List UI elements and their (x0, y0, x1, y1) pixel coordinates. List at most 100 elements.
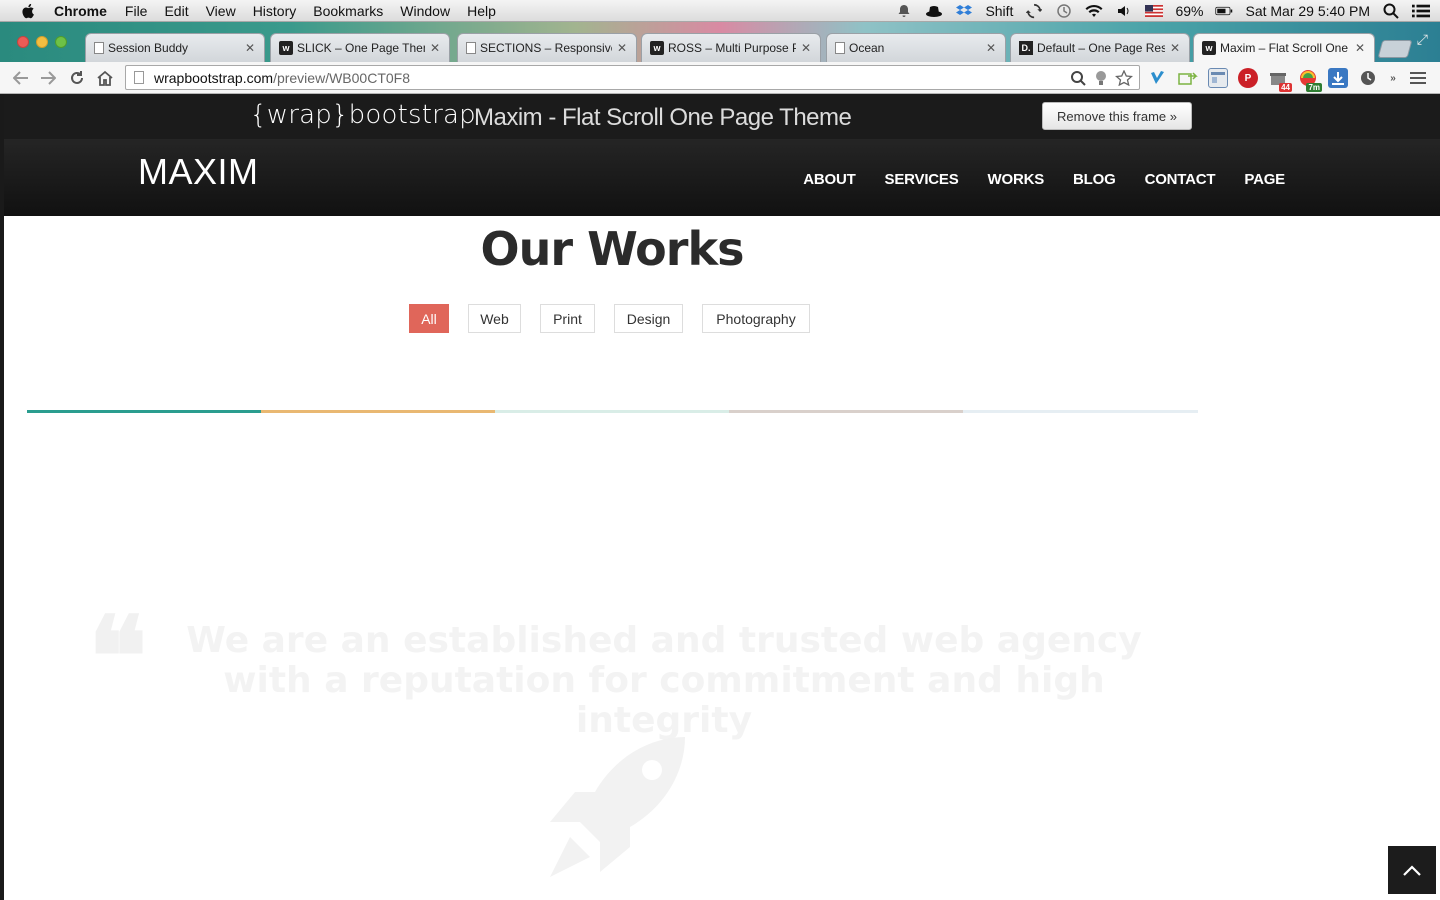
wifi-icon[interactable] (1085, 3, 1103, 19)
notification-bell-icon[interactable] (895, 3, 913, 19)
nav-works[interactable]: WORKS (988, 171, 1045, 188)
browser-toolbar: wrapbootstrap.com /preview/WB00CT0F8 P 4… (0, 62, 1440, 94)
tab-close-icon[interactable]: ✕ (244, 41, 256, 55)
rss-badge: 7m (1306, 83, 1322, 92)
menu-history[interactable]: History (253, 3, 297, 19)
nav-contact[interactable]: CONTACT (1145, 171, 1216, 188)
pinterest-icon[interactable]: P (1238, 68, 1258, 88)
menu-bookmarks[interactable]: Bookmarks (313, 3, 383, 19)
tab-maxim[interactable]: w Maxim – Flat Scroll One P ✕ (1193, 33, 1375, 62)
filter-all[interactable]: All (409, 304, 449, 333)
section-title: Our Works (480, 222, 745, 276)
sync-icon[interactable] (1025, 3, 1043, 19)
quote-text: We are an established and trusted web ag… (186, 620, 1142, 741)
tab-strip: Session Buddy ✕ w SLICK – One Page Theme… (0, 22, 1440, 62)
battery-percent: 69% (1175, 3, 1204, 19)
menu-view[interactable]: View (206, 3, 236, 19)
menu-edit[interactable]: Edit (164, 3, 188, 19)
gift-extension-icon[interactable]: 44 (1268, 68, 1292, 92)
shift-label[interactable]: Shift (985, 3, 1013, 19)
loading-bar-segment (27, 410, 261, 413)
chrome-menu-icon[interactable] (1408, 68, 1428, 88)
url-path: /preview/WB00CT0F8 (273, 69, 410, 86)
volume-icon[interactable] (1115, 3, 1133, 19)
fullscreen-icon[interactable]: ⤢ (1417, 31, 1428, 48)
tab-title: Ocean (849, 41, 885, 55)
loading-bar-segment (495, 410, 729, 413)
macos-menu-bar: Chrome File Edit View History Bookmarks … (0, 0, 1440, 22)
wrapbootstrap-preview-bar: {wrap}bootstrap Maxim - Flat Scroll One … (4, 94, 1440, 139)
nav-about[interactable]: ABOUT (803, 171, 856, 188)
filter-print[interactable]: Print (540, 304, 595, 333)
spotlight-search-icon[interactable] (1382, 3, 1400, 19)
nav-services[interactable]: SERVICES (885, 171, 959, 188)
theme-title: Maxim - Flat Scroll One Page Theme (474, 104, 852, 131)
wrapbootstrap-logo[interactable]: {wrap}bootstrap (250, 100, 476, 130)
battery-icon[interactable] (1215, 3, 1233, 19)
document-icon (835, 42, 845, 54)
rss-extension-icon[interactable]: 7m (1298, 68, 1322, 92)
notification-center-icon[interactable] (1412, 3, 1430, 19)
forward-extension-icon[interactable] (1178, 68, 1198, 88)
lightbulb-icon[interactable] (1093, 70, 1109, 89)
tab-title: Session Buddy (108, 41, 189, 55)
menu-help[interactable]: Help (467, 3, 496, 19)
tab-close-icon[interactable]: ✕ (800, 41, 812, 55)
window-close-button[interactable] (17, 36, 29, 48)
wrapbootstrap-icon: w (1202, 41, 1216, 55)
tab-close-icon[interactable]: ✕ (1169, 41, 1181, 55)
incognito-hat-icon[interactable] (925, 3, 943, 19)
wrapbootstrap-icon: w (650, 41, 664, 55)
tab-close-icon[interactable]: ✕ (616, 41, 628, 55)
tab-slick[interactable]: w SLICK – One Page Theme ✕ (270, 33, 450, 62)
site-navbar: MAXIM ABOUT SERVICES WORKS BLOG CONTACT … (4, 139, 1440, 216)
document-icon (466, 42, 476, 54)
menu-app-name[interactable]: Chrome (54, 3, 107, 19)
menu-file[interactable]: File (125, 3, 148, 19)
tab-ocean[interactable]: Ocean ✕ (826, 33, 1006, 62)
tab-session-buddy[interactable]: Session Buddy ✕ (85, 33, 265, 62)
filter-design[interactable]: Design (614, 304, 683, 333)
tab-close-icon[interactable]: ✕ (429, 41, 441, 55)
vimeo-extension-icon[interactable] (1148, 68, 1168, 88)
reload-icon[interactable] (67, 68, 87, 88)
back-arrow-icon[interactable] (11, 68, 31, 88)
remove-frame-button[interactable]: Remove this frame » (1042, 102, 1192, 130)
loading-bar-segment (963, 410, 1198, 413)
rocket-icon (550, 737, 685, 877)
zoom-search-icon[interactable] (1069, 70, 1087, 89)
chevron-up-icon (1403, 865, 1421, 876)
window-extension-icon[interactable] (1208, 68, 1228, 88)
tab-close-icon[interactable]: ✕ (1354, 41, 1366, 55)
nav-page[interactable]: PAGE (1244, 171, 1285, 188)
apple-icon[interactable] (20, 3, 38, 19)
tab-ross[interactable]: w ROSS – Multi Purpose Pa ✕ (641, 33, 821, 62)
download-icon[interactable] (1328, 68, 1348, 88)
bookmark-star-icon[interactable] (1114, 69, 1134, 89)
tab-sections[interactable]: SECTIONS – Responsive ✕ (457, 33, 637, 62)
menu-window[interactable]: Window (400, 3, 450, 19)
page-viewport: {wrap}bootstrap Maxim - Flat Scroll One … (4, 94, 1440, 900)
filter-photography[interactable]: Photography (702, 304, 810, 333)
clock-extension-icon[interactable] (1358, 68, 1378, 88)
page-icon (134, 71, 144, 84)
nav-blog[interactable]: BLOG (1073, 171, 1116, 188)
window-zoom-button[interactable] (55, 36, 67, 48)
clock[interactable]: Sat Mar 29 5:40 PM (1245, 3, 1370, 19)
tab-close-icon[interactable]: ✕ (985, 41, 997, 55)
forward-arrow-icon[interactable] (38, 68, 58, 88)
more-extensions-icon[interactable]: » (1388, 68, 1398, 88)
scroll-to-top-button[interactable] (1388, 846, 1436, 894)
home-icon[interactable] (95, 68, 115, 88)
tab-default[interactable]: D. Default – One Page Resp ✕ (1010, 33, 1190, 62)
address-bar[interactable]: wrapbootstrap.com /preview/WB00CT0F8 (125, 65, 1140, 90)
filter-web[interactable]: Web (468, 304, 521, 333)
new-tab-button[interactable] (1377, 40, 1413, 58)
site-logo[interactable]: MAXIM (138, 151, 259, 193)
window-minimize-button[interactable] (36, 36, 48, 48)
site-menu: ABOUT SERVICES WORKS BLOG CONTACT PAGE (803, 171, 1285, 188)
loading-bar-segment (729, 410, 963, 413)
dropbox-icon[interactable] (955, 3, 973, 19)
time-machine-icon[interactable] (1055, 3, 1073, 19)
us-flag-icon[interactable] (1145, 3, 1164, 19)
